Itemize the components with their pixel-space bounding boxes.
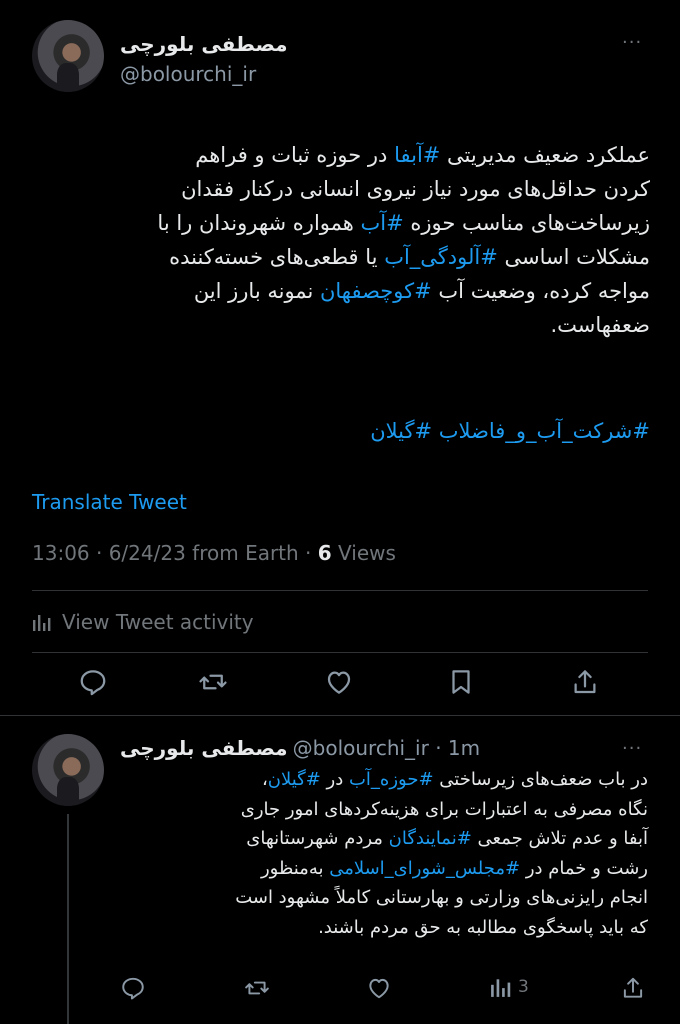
reply-like-icon[interactable] — [366, 975, 392, 1001]
reply-icon[interactable] — [78, 667, 108, 697]
view-activity-label: View Tweet activity — [62, 610, 254, 634]
tweet-text: عملکرد ضعیف مدیریتی #آبفا در حوزه ثبات و… — [28, 138, 650, 342]
text-segment: نگاه مصرفی به اعتبارات برای هزینه‌کردهای… — [240, 798, 648, 820]
author-name[interactable]: مصطفی بلورچی — [120, 32, 288, 56]
hashtag-link[interactable]: #نمایندگان — [389, 828, 472, 849]
text-line: رشت و خمام در #مجلس_شورای_اسلامی به‌منظو… — [118, 854, 648, 884]
analytics-icon — [32, 612, 52, 632]
hashtag-link[interactable]: #گیلان — [268, 769, 321, 790]
hashtag-link[interactable]: #آب — [361, 211, 404, 235]
text-line: مشکلات اساسی #آلودگی_آب یا قطعی‌های خسته… — [28, 240, 650, 274]
text-line: در باب ضعف‌های زیرساختی #حوزه_آب در #گیل… — [118, 765, 648, 795]
divider — [32, 590, 648, 591]
text-line: انجام رایزنی‌های وزارتی و بهارستانی کامل… — [118, 883, 648, 913]
view-activity-button[interactable]: View Tweet activity — [32, 608, 254, 636]
text-segment: کردن حداقل‌های مورد نیاز نیروی انسانی در… — [181, 177, 650, 201]
text-segment: عملکرد ضعیف مدیریتی — [440, 143, 650, 167]
reply-author-handle[interactable]: @bolourchi_ir — [293, 736, 429, 760]
reply-views-button[interactable]: 3 — [490, 976, 529, 998]
reply-header: مصطفی بلورچی @bolourchi_ir · 1m — [120, 736, 480, 760]
divider — [32, 652, 648, 653]
text-line: ضعفهاست. — [28, 308, 650, 342]
text-segment: ضعفهاست. — [550, 313, 650, 337]
text-line: آبفا و عدم تلاش جمعی #نمایندگان مردم شهر… — [118, 824, 648, 854]
text-line: عملکرد ضعیف مدیریتی #آبفا در حوزه ثبات و… — [28, 138, 650, 172]
hashtag-link[interactable]: #آبفا — [394, 143, 440, 167]
text-line: نگاه مصرفی به اعتبارات برای هزینه‌کردهای… — [118, 795, 648, 825]
text-segment: به‌منظور — [260, 857, 330, 879]
views-label: Views — [331, 541, 396, 565]
text-segment: نمونه بارز این — [193, 279, 320, 303]
text-segment: رشت و خمام در — [520, 857, 648, 879]
timestamp[interactable]: 13:06 · 6/24/23 from Earth · — [32, 541, 318, 565]
reply-author-avatar[interactable] — [32, 734, 104, 806]
author-avatar[interactable] — [32, 20, 104, 92]
reply-more-options-button[interactable]: ··· — [622, 738, 642, 759]
bookmark-icon[interactable] — [446, 667, 476, 697]
hashtag-link[interactable]: #حوزه_آب — [349, 769, 434, 790]
text-line: کردن حداقل‌های مورد نیاز نیروی انسانی در… — [28, 172, 650, 206]
retweet-icon[interactable] — [198, 667, 228, 697]
more-options-button[interactable]: ··· — [622, 32, 642, 53]
text-segment: مردم شهرستانهای — [246, 828, 389, 849]
reply-views-count: 3 — [518, 977, 529, 997]
text-segment: مشکلات اساسی — [497, 245, 651, 269]
reply-analytics-icon — [490, 976, 512, 998]
hashtag-line[interactable]: #شرکت_آب_و_فاضلاب #گیلان — [28, 414, 650, 448]
hashtag-link[interactable]: #شرکت_آب_و_فاضلاب #گیلان — [370, 419, 650, 443]
text-segment: مواجه کرده، وضعیت آب — [431, 279, 650, 303]
text-segment: آبفا و عدم تلاش جمعی — [471, 828, 648, 849]
share-icon[interactable] — [570, 667, 600, 697]
thread-line — [67, 814, 69, 1024]
reply-time[interactable]: · 1m — [429, 736, 480, 760]
text-line: مواجه کرده، وضعیت آب #کوچصفهان نمونه بار… — [28, 274, 650, 308]
text-segment: که باید پاسخگوی مطالبه به حق مردم باشند. — [318, 916, 648, 938]
hashtag-link[interactable]: #آلودگی_آب — [384, 245, 498, 269]
divider — [0, 715, 680, 716]
reply-share-icon[interactable] — [620, 975, 646, 1001]
author-handle[interactable]: @bolourchi_ir — [120, 62, 256, 86]
reply-text: در باب ضعف‌های زیرساختی #حوزه_آب در #گیل… — [118, 765, 648, 942]
text-segment: انجام رایزنی‌های وزارتی و بهارستانی کامل… — [235, 887, 648, 908]
text-segment: یا قطعی‌های خسته‌کننده — [169, 245, 385, 269]
reply-reply-icon[interactable] — [120, 975, 146, 1001]
views-count[interactable]: 6 — [318, 541, 332, 565]
reply-retweet-icon[interactable] — [244, 975, 270, 1001]
reply-author-name[interactable]: مصطفی بلورچی — [120, 736, 288, 760]
text-segment: در حوزه ثبات و فراهم — [195, 143, 395, 167]
translate-tweet-link[interactable]: Translate Tweet — [32, 490, 187, 514]
hashtag-link[interactable]: #مجلس_شورای_اسلامی — [329, 858, 520, 879]
hashtag-link[interactable]: #کوچصفهان — [320, 279, 432, 303]
text-segment: زیرساخت‌های مناسب حوزه — [403, 211, 650, 235]
text-line: که باید پاسخگوی مطالبه به حق مردم باشند. — [118, 913, 648, 943]
like-icon[interactable] — [324, 667, 354, 697]
text-line: زیرساخت‌های مناسب حوزه #آب همواره شهروند… — [28, 206, 650, 240]
text-segment: همواره شهروندان را با — [157, 211, 361, 235]
tweet-meta: 13:06 · 6/24/23 from Earth · 6 Views — [32, 541, 396, 565]
text-segment: در — [320, 769, 349, 790]
text-segment: در باب ضعف‌های زیرساختی — [433, 769, 648, 790]
